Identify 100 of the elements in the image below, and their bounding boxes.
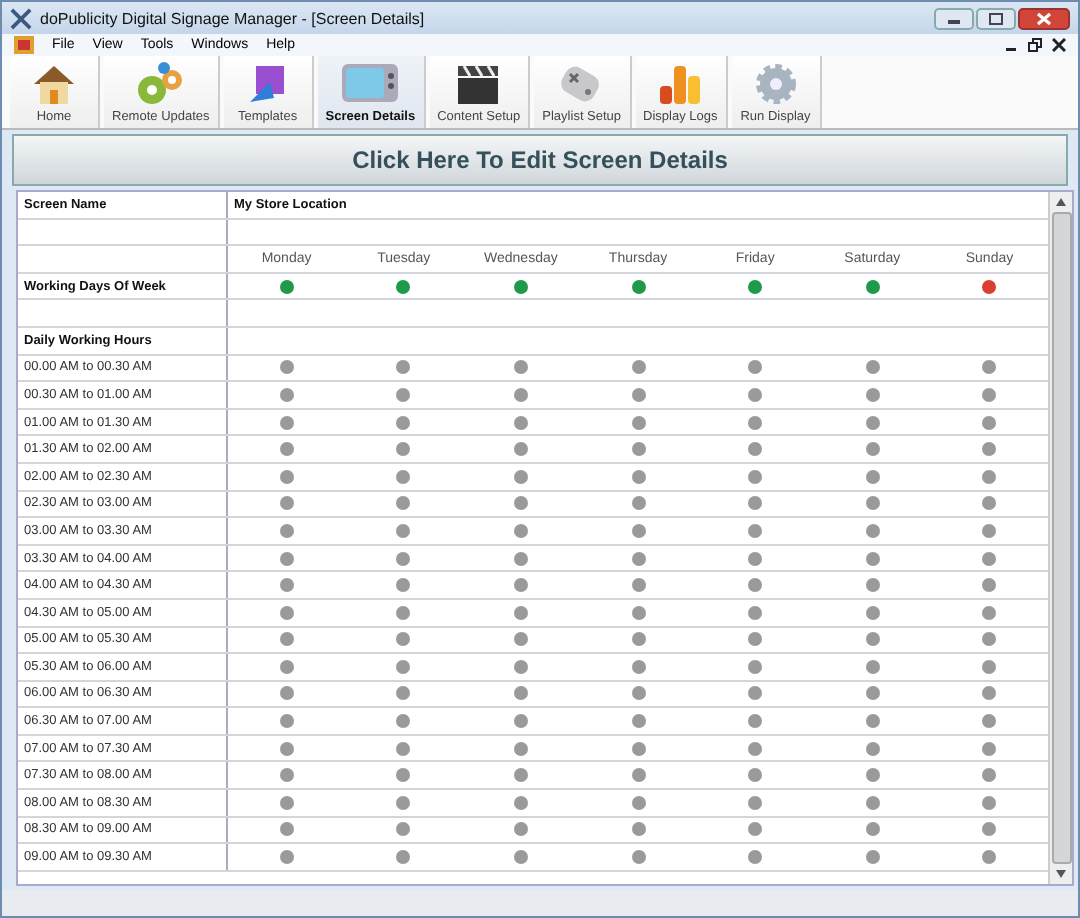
status-dot[interactable] [631,360,646,375]
status-dot[interactable] [865,578,880,593]
status-dot[interactable] [279,850,294,865]
status-dot[interactable] [279,442,294,457]
status-dot[interactable] [396,850,411,865]
status-dot[interactable] [631,605,646,620]
status-dot[interactable] [631,741,646,756]
status-dot[interactable] [748,415,763,430]
status-dot[interactable] [513,768,528,783]
status-dot[interactable] [982,686,997,701]
status-dot[interactable] [865,523,880,538]
status-dot[interactable] [865,605,880,620]
status-dot[interactable] [748,686,763,701]
status-dot[interactable] [748,279,763,294]
status-dot[interactable] [396,714,411,729]
status-dot[interactable] [865,442,880,457]
status-dot[interactable] [865,714,880,729]
status-dot[interactable] [279,523,294,538]
status-dot[interactable] [631,822,646,837]
status-dot[interactable] [748,469,763,484]
status-dot[interactable] [982,360,997,375]
status-dot[interactable] [631,578,646,593]
status-dot[interactable] [982,523,997,538]
status-dot[interactable] [279,632,294,647]
status-dot[interactable] [631,551,646,566]
status-dot[interactable] [982,632,997,647]
status-dot[interactable] [279,741,294,756]
status-dot[interactable] [631,714,646,729]
status-dot[interactable] [748,659,763,674]
status-dot[interactable] [982,578,997,593]
status-dot[interactable] [279,360,294,375]
status-dot[interactable] [865,360,880,375]
status-dot[interactable] [513,551,528,566]
status-dot[interactable] [865,850,880,865]
status-dot[interactable] [513,415,528,430]
status-dot[interactable] [279,686,294,701]
status-dot[interactable] [865,741,880,756]
status-dot[interactable] [396,469,411,484]
status-dot[interactable] [982,605,997,620]
status-dot[interactable] [513,578,528,593]
status-dot[interactable] [982,442,997,457]
status-dot[interactable] [513,469,528,484]
status-dot[interactable] [396,442,411,457]
status-dot[interactable] [631,768,646,783]
status-dot[interactable] [513,822,528,837]
status-dot[interactable] [513,360,528,375]
status-dot[interactable] [631,686,646,701]
status-dot[interactable] [631,523,646,538]
status-dot[interactable] [865,469,880,484]
status-dot[interactable] [279,469,294,484]
status-dot[interactable] [279,659,294,674]
status-dot[interactable] [748,496,763,511]
status-dot[interactable] [748,551,763,566]
status-dot[interactable] [513,605,528,620]
status-dot[interactable] [279,605,294,620]
edit-screen-details-button[interactable]: Click Here To Edit Screen Details [12,134,1068,186]
status-dot[interactable] [982,387,997,402]
status-dot[interactable] [513,850,528,865]
status-dot[interactable] [865,279,880,294]
status-dot[interactable] [865,795,880,810]
status-dot[interactable] [279,768,294,783]
restore-icon[interactable] [1028,38,1042,52]
status-dot[interactable] [513,741,528,756]
status-dot[interactable] [982,496,997,511]
status-dot[interactable] [279,551,294,566]
status-dot[interactable] [631,632,646,647]
status-dot[interactable] [865,686,880,701]
status-dot[interactable] [279,822,294,837]
close-icon[interactable] [1018,7,1070,29]
status-dot[interactable] [748,822,763,837]
status-dot[interactable] [396,415,411,430]
status-dot[interactable] [631,795,646,810]
status-dot[interactable] [396,768,411,783]
status-dot[interactable] [396,360,411,375]
status-dot[interactable] [982,714,997,729]
status-dot[interactable] [396,523,411,538]
status-dot[interactable] [279,714,294,729]
status-dot[interactable] [513,686,528,701]
status-dot[interactable] [396,279,411,294]
status-dot[interactable] [748,360,763,375]
status-dot[interactable] [631,469,646,484]
status-dot[interactable] [982,469,997,484]
status-dot[interactable] [279,279,294,294]
status-dot[interactable] [513,714,528,729]
status-dot[interactable] [513,387,528,402]
status-dot[interactable] [748,387,763,402]
status-dot[interactable] [279,795,294,810]
status-dot[interactable] [631,415,646,430]
status-dot[interactable] [865,632,880,647]
status-dot[interactable] [748,523,763,538]
status-dot[interactable] [982,741,997,756]
status-dot[interactable] [396,686,411,701]
status-dot[interactable] [513,659,528,674]
status-dot[interactable] [631,279,646,294]
status-dot[interactable] [396,578,411,593]
status-dot[interactable] [982,850,997,865]
status-dot[interactable] [513,632,528,647]
status-dot[interactable] [396,632,411,647]
scroll-up-icon[interactable] [1054,196,1068,208]
status-dot[interactable] [396,551,411,566]
